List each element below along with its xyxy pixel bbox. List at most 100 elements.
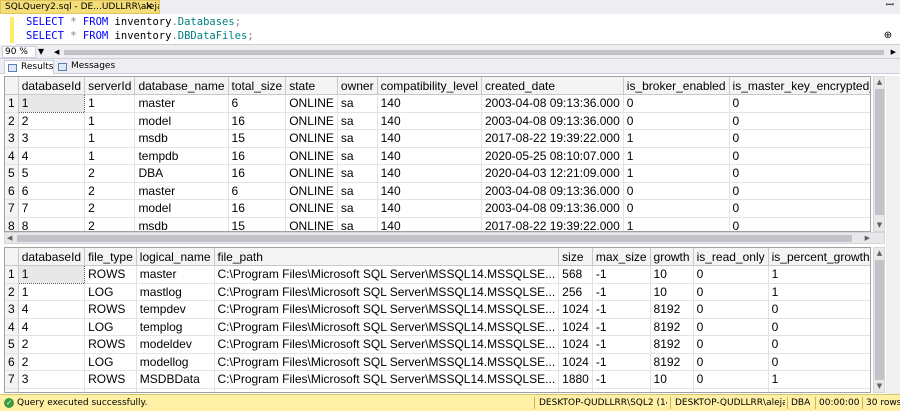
table-cell[interactable]: ONLINE (285, 112, 338, 130)
table-cell[interactable]: 1 (623, 147, 730, 165)
scroll-thumb[interactable] (875, 260, 884, 380)
scroll-thumb[interactable] (17, 235, 852, 242)
row-number-cell[interactable]: 1 (5, 94, 19, 113)
table-cell[interactable]: 1 (623, 164, 730, 183)
row-number-cell[interactable]: 7 (5, 199, 19, 218)
column-header[interactable]: databaseId (18, 248, 86, 266)
table-cell[interactable]: 568 (558, 265, 593, 284)
table-cell[interactable]: -1 (592, 283, 651, 301)
table-cell[interactable]: 10 (650, 388, 694, 392)
column-header[interactable]: is_read_only (693, 248, 769, 266)
table-cell[interactable]: LOG (84, 318, 137, 336)
table-cell[interactable]: 1 (84, 112, 136, 130)
table-cell[interactable]: tempdev (136, 300, 215, 319)
table-cell[interactable]: 8192 (650, 300, 694, 319)
table-cell[interactable]: 0 (623, 199, 730, 218)
close-tab-icon[interactable]: × (145, 1, 153, 13)
table-cell[interactable]: 0 (729, 164, 870, 183)
scroll-thumb[interactable] (875, 89, 884, 215)
table-cell[interactable]: 0 (693, 370, 769, 389)
table-row[interactable]: 7 7 2 model 16 ONLINE sa 140 2003-04-08 09:13:36… (5, 199, 870, 218)
table-cell[interactable]: 0 (729, 94, 870, 113)
table-cell[interactable]: LOG (84, 353, 137, 371)
table-cell[interactable]: 15 (228, 129, 287, 148)
column-header[interactable]: serverId (84, 77, 136, 95)
results-grid-datafiles[interactable]: databaseId file_type logical_name file_path… (4, 247, 871, 393)
table-row[interactable]: 3 4 ROWS tempdev C:\Program Files\Microsoft … (5, 300, 870, 319)
table-cell[interactable]: 8192 (650, 318, 694, 336)
table-cell[interactable]: 6 (228, 182, 287, 200)
table-cell[interactable]: 2097152 (592, 388, 651, 392)
table-cell[interactable]: 140 (377, 199, 482, 218)
row-number-cell[interactable]: 8 (5, 388, 19, 392)
row-number-cell[interactable]: 5 (5, 164, 19, 183)
table-cell[interactable]: 2 (84, 182, 136, 200)
table-cell[interactable]: 2003-04-08 09:13:36.000 (481, 112, 624, 130)
table-cell[interactable]: 1 (768, 370, 870, 389)
table-cell[interactable]: 10 (650, 283, 694, 301)
scroll-down-icon[interactable]: ▼ (875, 382, 884, 391)
table-cell[interactable]: 1 (84, 129, 136, 148)
table-cell[interactable]: 0 (729, 129, 870, 148)
table-cell[interactable]: C:\Program Files\Microsoft SQL Server\MS… (214, 265, 560, 284)
table-cell[interactable]: DBA (134, 164, 229, 183)
row-number-cell[interactable]: 2 (5, 283, 19, 301)
table-cell[interactable]: C:\Program Files\Microsoft SQL Server\MS… (214, 353, 560, 371)
table-cell[interactable]: 140 (377, 112, 482, 130)
grid1-vertical-scrollbar[interactable]: ▲ ▼ (873, 76, 885, 232)
table-row[interactable]: 8 8 2 msdb 15 ONLINE sa 140 2017-08-22 19:39:22.… (5, 217, 870, 231)
table-cell[interactable]: 2020-05-25 08:10:07.000 (481, 147, 624, 165)
column-header[interactable]: file_path (214, 248, 560, 266)
table-cell[interactable]: 16 (228, 164, 287, 183)
table-cell[interactable]: 2003-04-08 09:13:36.000 (481, 182, 624, 200)
row-number-cell[interactable]: 4 (5, 318, 19, 336)
column-header[interactable]: max_size (592, 248, 651, 266)
table-cell[interactable]: 1024 (558, 335, 593, 354)
table-cell[interactable]: master (136, 265, 215, 284)
table-cell[interactable]: 2 (84, 164, 136, 183)
table-cell[interactable]: 1880 (558, 370, 593, 389)
table-row[interactable]: 6 2 LOG modellog C:\Program Files\Microsoft … (5, 353, 870, 371)
editor-hscroll-thumb[interactable] (64, 50, 884, 55)
table-cell[interactable]: 16 (228, 112, 287, 130)
table-cell[interactable]: 0 (693, 335, 769, 354)
pin-icon[interactable]: ꟷ (886, 0, 894, 12)
table-cell[interactable]: 16 (228, 199, 287, 218)
table-row[interactable]: 7 3 ROWS MSDBData C:\Program Files\Microsoft… (5, 370, 870, 389)
table-cell[interactable]: 6 (18, 182, 86, 200)
table-cell[interactable]: ONLINE (285, 147, 338, 165)
table-cell[interactable]: C:\Program Files\Microsoft SQL Server\MS… (214, 335, 560, 354)
table-cell[interactable]: 0 (693, 300, 769, 319)
table-cell[interactable]: 2003-04-08 09:13:36.000 (481, 94, 624, 113)
table-cell[interactable]: 7 (18, 199, 86, 218)
scroll-up-icon[interactable]: ▲ (875, 249, 884, 258)
scroll-down-icon[interactable]: ▼ (875, 221, 884, 230)
row-number-cell[interactable]: 4 (5, 147, 19, 165)
table-cell[interactable]: 140 (377, 129, 482, 148)
row-number-header[interactable] (5, 77, 19, 95)
column-header[interactable]: databaseId (18, 77, 86, 95)
table-cell[interactable]: ONLINE (285, 217, 338, 231)
grid2-vertical-scrollbar[interactable]: ▲ ▼ (873, 247, 885, 393)
table-cell[interactable]: 2020-04-03 12:21:09.000 (481, 164, 624, 183)
table-cell[interactable]: ROWS (84, 300, 137, 319)
table-row[interactable]: 1 1 ROWS master C:\Program Files\Microsoft S… (5, 265, 870, 284)
table-cell[interactable]: 2017-08-22 19:39:22.000 (481, 217, 624, 231)
zoom-level-input[interactable]: 90 % (2, 46, 36, 58)
table-cell[interactable]: 0 (729, 217, 870, 231)
table-cell[interactable]: modeldev (136, 335, 215, 354)
table-cell[interactable]: ONLINE (285, 182, 338, 200)
table-cell[interactable]: sa (337, 199, 378, 218)
table-cell[interactable]: 15 (228, 217, 287, 231)
table-cell[interactable]: 96 (558, 388, 593, 392)
row-number-cell[interactable]: 3 (5, 129, 19, 148)
table-cell[interactable]: 0 (729, 147, 870, 165)
table-cell[interactable]: 0 (623, 94, 730, 113)
table-cell[interactable]: 2 (84, 199, 136, 218)
table-row[interactable]: 83LOGMSDBLogC:\Program Files\Microsoft S… (5, 388, 870, 392)
table-cell[interactable]: -1 (592, 353, 651, 371)
editor-line-1[interactable]: SELECT * FROM inventory.Databases; (26, 15, 241, 29)
column-header[interactable]: is_percent_growth (768, 248, 870, 266)
table-cell[interactable]: sa (337, 129, 378, 148)
table-cell[interactable]: 1024 (558, 318, 593, 336)
